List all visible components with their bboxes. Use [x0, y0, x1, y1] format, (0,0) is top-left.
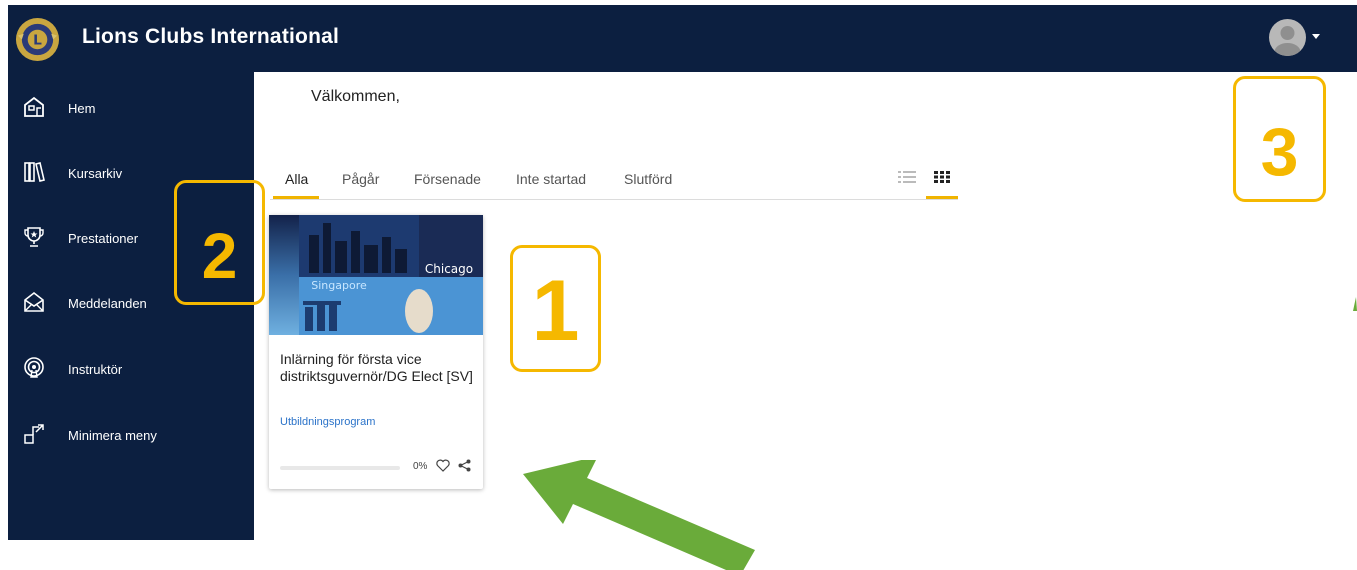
tab-forsenade[interactable]: Försenade: [414, 171, 481, 187]
collapse-menu-icon: [24, 424, 44, 444]
sidebar-item-label: Instruktör: [68, 362, 123, 377]
top-bar: L Lions Clubs International: [8, 5, 1357, 72]
lions-emblem-icon[interactable]: L: [14, 16, 61, 63]
user-avatar-icon[interactable]: [1269, 19, 1306, 56]
brand-title: Lions Clubs International: [82, 25, 340, 48]
green-arrow: [523, 460, 755, 570]
sidebar-item-label: Meddelanden: [68, 296, 147, 311]
sidebar-item-minimera-meny[interactable]: Minimera meny: [8, 415, 254, 455]
course-thumbnail[interactable]: Chicago Singapore: [269, 215, 483, 335]
sidebar-item-label: Minimera meny: [68, 428, 157, 443]
progress-text: 0%: [413, 461, 428, 472]
chevron-down-icon[interactable]: [1312, 34, 1320, 39]
sidebar-item-label: Kursarkiv: [68, 166, 123, 181]
tab-inte-startad[interactable]: Inte startad: [516, 171, 586, 187]
callout-3: 3: [1233, 76, 1326, 202]
tab-alla[interactable]: Alla: [285, 171, 308, 187]
sidebar-item-label: Prestationer: [68, 231, 139, 246]
broadcast-icon: [24, 357, 44, 378]
svg-text:L: L: [33, 32, 42, 48]
trophy-icon: [24, 227, 44, 247]
sidebar: Hem Kursarkiv Prestationer Meddelanden I…: [8, 72, 254, 540]
course-title[interactable]: Inlärning för första vice distriktsguver…: [280, 351, 476, 385]
share-icon[interactable]: [458, 459, 471, 472]
envelope-icon: [24, 291, 44, 312]
progress-bar: [280, 466, 400, 470]
list-view-icon[interactable]: [898, 170, 916, 184]
active-tab-indicator: [273, 196, 319, 199]
image-caption-top: Chicago: [425, 262, 473, 276]
green-mark: [1353, 297, 1357, 311]
sidebar-item-instruktor[interactable]: Instruktör: [8, 349, 254, 389]
heart-icon[interactable]: [436, 459, 450, 472]
books-icon: [24, 162, 45, 182]
sidebar-item-label: Hem: [68, 101, 96, 116]
tab-pagar[interactable]: Pågår: [342, 171, 379, 187]
home-icon: [24, 96, 44, 117]
image-caption-bottom: Singapore: [311, 279, 367, 292]
sidebar-item-hem[interactable]: Hem: [8, 88, 254, 128]
active-view-indicator: [926, 196, 958, 199]
tab-slutford[interactable]: Slutförd: [624, 171, 672, 187]
course-card[interactable]: Chicago Singapore Inlärning för första v…: [269, 215, 483, 489]
course-type: Utbildningsprogram: [280, 416, 376, 428]
welcome-text: Välkommen,: [311, 88, 400, 105]
callout-1: 1: [510, 245, 601, 372]
filter-tabs: Alla Pågår Försenade Inte startad Slutfö…: [270, 160, 958, 200]
callout-2: 2: [174, 180, 265, 305]
grid-view-icon[interactable]: [933, 170, 951, 184]
